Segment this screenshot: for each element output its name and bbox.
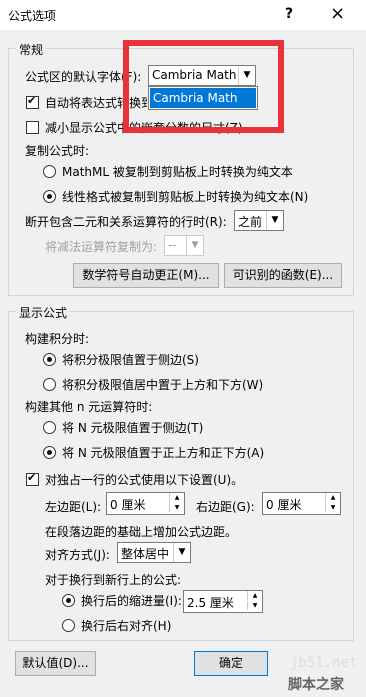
right-margin-input[interactable]: 0 厘米 ▲ ▼ — [262, 492, 341, 515]
spin-down-icon[interactable]: ▼ — [325, 503, 340, 512]
left-margin-label: 左边距(L): — [45, 500, 102, 514]
nary-center-radio[interactable] — [43, 446, 56, 459]
right-margin-label: 右边距(G): — [196, 500, 255, 514]
integral-center-radio[interactable] — [43, 378, 56, 391]
window-title: 公式选项 — [8, 9, 57, 23]
break-select[interactable]: 之前 ▼ — [234, 210, 284, 231]
margin-note: 在段落边距的基础上增加公式边距。 — [45, 525, 238, 539]
nary-side-label: 将 N 元极限值置于侧边(T) — [62, 421, 204, 435]
ok-button[interactable]: 确定 — [194, 651, 268, 676]
own-line-label: 对独占一行的公式使用以下设置(U)。 — [45, 473, 244, 487]
watermark-site: jb51.net — [290, 655, 358, 671]
break-label: 断开包含二元和关系运算符的行时(R): — [25, 215, 227, 229]
functions-button[interactable]: 可识别的函数(E)... — [224, 263, 342, 288]
justify-value: 整体居中 — [121, 547, 170, 561]
integral-center-label: 将积分极限值居中置于上方和下方(W) — [62, 378, 264, 392]
integral-side-label: 将积分极限值置于侧边(S) — [62, 353, 199, 367]
watermark-name: 脚本之家 — [288, 677, 344, 693]
copy-linear-radio[interactable] — [43, 190, 56, 203]
auto-convert-checkbox[interactable] — [26, 94, 39, 109]
reduce-size-checkbox[interactable] — [26, 121, 39, 134]
spin-up-icon[interactable]: ▲ — [247, 591, 262, 600]
chevron-down-icon: ▼ — [186, 236, 203, 255]
justify-label: 对齐方式(J): — [45, 548, 110, 562]
autocorrect-button[interactable]: 数学符号自动更正(M)... — [73, 263, 219, 288]
general-group-label: 常规 — [16, 41, 47, 58]
help-icon[interactable]: ? — [285, 6, 293, 22]
wrap-right-radio[interactable] — [62, 619, 75, 632]
copy-mathml-radio[interactable] — [43, 165, 56, 178]
copy-mathml-label: MathML 被复制到剪贴板上时转换为纯文本 — [62, 165, 293, 179]
wrap-indent-value: 2.5 厘米 — [187, 596, 234, 610]
wrap-indent-label: 换行后的缩进量(I): — [81, 594, 182, 608]
nary-center-label: 将 N 元极限值置于正上方和正下方(A) — [62, 446, 265, 460]
defaults-button[interactable]: 默认值(D)... — [15, 651, 96, 676]
spin-up-icon[interactable]: ▲ — [169, 493, 184, 502]
break-value: 之前 — [238, 215, 263, 229]
duplicate-value: -- — [168, 238, 177, 252]
own-line-checkbox[interactable] — [26, 471, 39, 486]
wrap-label: 对于换行到新行上的公式: — [45, 573, 182, 587]
integral-side-radio[interactable] — [43, 353, 56, 366]
wrap-indent-radio[interactable] — [62, 594, 75, 607]
chevron-down-icon: ▼ — [173, 543, 190, 562]
spin-up-icon[interactable]: ▲ — [325, 493, 340, 502]
left-margin-input[interactable]: 0 厘米 ▲ ▼ — [106, 492, 185, 515]
right-margin-value: 0 厘米 — [266, 498, 302, 512]
integrals-label: 构建积分时: — [25, 332, 90, 346]
duplicate-select[interactable]: -- ▼ — [164, 235, 204, 256]
copy-linear-label: 线性格式被复制到剪贴板上时转换为纯文本(N) — [62, 190, 309, 204]
annotation-highlight-box — [123, 40, 284, 133]
spin-down-icon[interactable]: ▼ — [247, 601, 262, 610]
close-icon[interactable]: × — [330, 3, 345, 24]
wrap-right-label: 换行后右对齐(H) — [81, 619, 172, 633]
wrap-indent-input[interactable]: 2.5 厘米 ▲ ▼ — [183, 590, 263, 613]
spin-down-icon[interactable]: ▼ — [169, 503, 184, 512]
chevron-down-icon: ▼ — [266, 211, 283, 230]
duplicate-label: 将减法运算符复制为: — [45, 240, 158, 254]
copy-label: 复制公式时: — [25, 144, 90, 158]
display-group-label: 显示公式 — [16, 304, 71, 321]
left-margin-value: 0 厘米 — [110, 498, 146, 512]
nary-label: 构建其他 n 元运算符时: — [25, 400, 153, 414]
justify-select[interactable]: 整体居中 ▼ — [117, 542, 191, 563]
nary-side-radio[interactable] — [43, 421, 56, 434]
